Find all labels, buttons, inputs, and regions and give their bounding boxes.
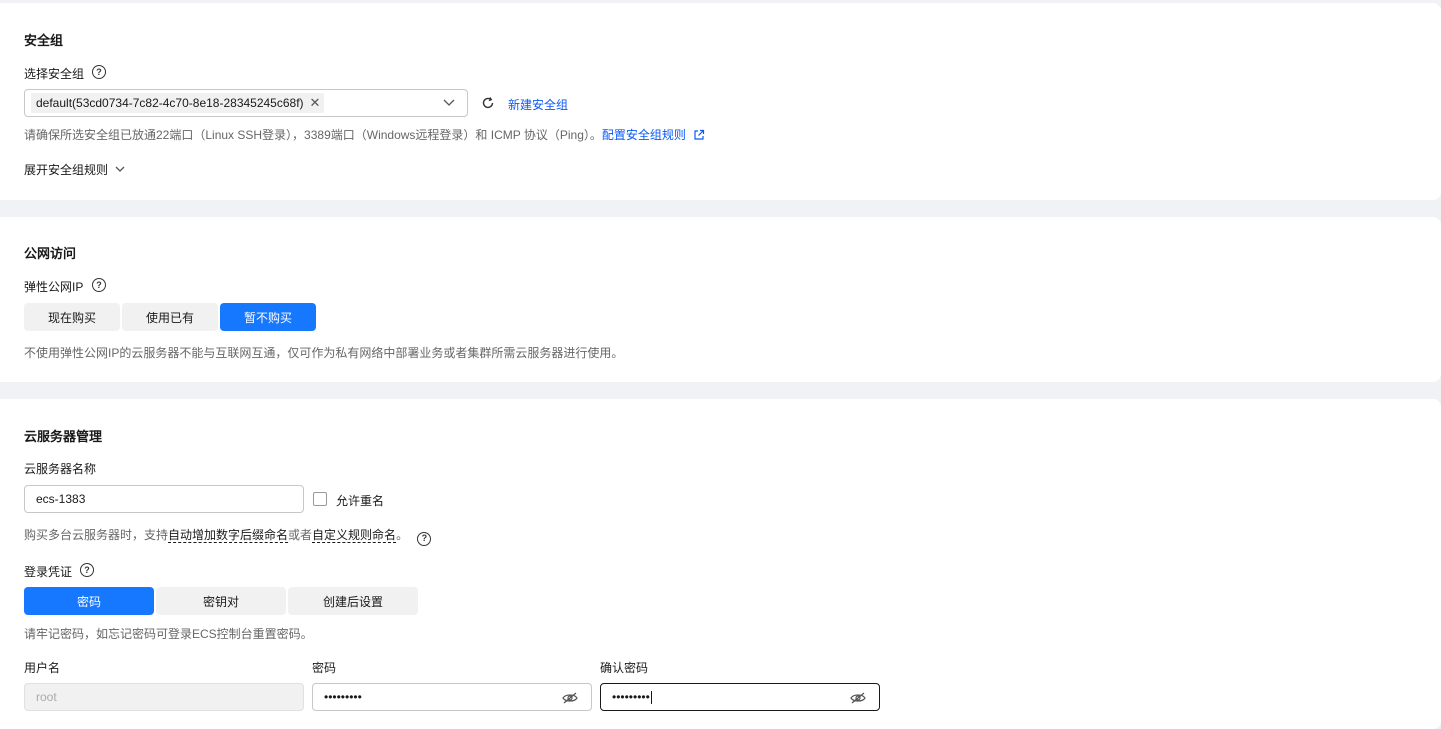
credential-option-keypair[interactable]: 密钥对 <box>156 587 286 615</box>
question-circle-icon[interactable]: ? <box>92 278 106 292</box>
allow-duplicate-label: 允许重名 <box>336 494 385 508</box>
server-name-label: 云服务器名称 <box>24 462 97 476</box>
expand-security-group-rules[interactable]: 展开安全组规则 <box>24 161 125 178</box>
eip-option-not-buy[interactable]: 暂不购买 <box>220 303 316 331</box>
server-management-card: 云服务器管理 云服务器名称 ecs-1383 允许重名 购买多台云服务器时，支持… <box>0 399 1441 729</box>
credential-option-password[interactable]: 密码 <box>24 587 154 615</box>
naming-auto-suffix-link[interactable]: 自动增加数字后缀命名 <box>168 528 289 543</box>
eye-off-icon[interactable] <box>850 692 866 704</box>
password-value: ••••••••• <box>324 690 362 704</box>
eip-label: 弹性公网IP <box>24 280 84 294</box>
allow-duplicate-checkbox[interactable] <box>313 492 327 506</box>
create-security-group-link[interactable]: 新建安全组 <box>508 96 568 113</box>
public-access-card: 公网访问 弹性公网IP ? 现在购买 使用已有 暂不购买 不使用弹性公网IP的云… <box>0 217 1441 382</box>
eye-off-icon[interactable] <box>562 692 578 704</box>
select-security-group-label: 选择安全组 <box>24 67 85 81</box>
question-circle-icon[interactable]: ? <box>417 531 432 546</box>
security-group-card: 安全组 选择安全组 ? default(53cd0734-7c82-4c70-8… <box>0 3 1441 200</box>
selected-security-group-text: default(53cd0734-7c82-4c70-8e18-28345245… <box>36 96 304 110</box>
section-title-public-access: 公网访问 <box>24 246 77 261</box>
external-link-icon[interactable] <box>693 129 705 141</box>
question-circle-icon[interactable]: ? <box>80 563 94 577</box>
close-icon[interactable]: ✕ <box>310 95 321 111</box>
naming-hint-prefix: 购买多台云服务器时，支持 <box>24 528 169 542</box>
eip-option-use-existing[interactable]: 使用已有 <box>122 303 218 331</box>
public-access-hint: 不使用弹性公网IP的云服务器不能与互联网互通，仅可作为私有网络中部署业务或者集群… <box>24 346 624 360</box>
password-hint: 请牢记密码，如忘记密码可登录ECS控制台重置密码。 <box>24 627 313 641</box>
config-security-group-rules-link[interactable]: 配置安全组规则 <box>602 128 686 142</box>
confirm-password-value: ••••••••• <box>612 690 650 704</box>
security-group-hint-text: 请确保所选安全组已放通22端口（Linux SSH登录），3389端口（Wind… <box>24 128 602 142</box>
credential-option-set-later[interactable]: 创建后设置 <box>288 587 418 615</box>
eip-option-buy-now[interactable]: 现在购买 <box>24 303 120 331</box>
naming-hint-suffix: 。 <box>396 528 409 542</box>
security-group-hint: 请确保所选安全组已放通22端口（Linux SSH登录），3389端口（Wind… <box>24 126 705 143</box>
text-caret <box>650 690 652 704</box>
server-name-input[interactable]: ecs-1383 <box>24 485 304 513</box>
username-label: 用户名 <box>24 661 61 675</box>
expand-security-group-rules-label: 展开安全组规则 <box>24 163 109 177</box>
confirm-password-input[interactable]: ••••••••• <box>600 683 880 711</box>
section-title-server-management: 云服务器管理 <box>24 429 103 444</box>
username-input: root <box>24 683 304 711</box>
password-label: 密码 <box>312 661 337 675</box>
chevron-down-icon[interactable] <box>443 99 455 107</box>
question-circle-icon[interactable]: ? <box>92 65 106 79</box>
section-title-security-group: 安全组 <box>24 33 64 48</box>
refresh-icon[interactable] <box>481 96 495 110</box>
naming-hint: 购买多台云服务器时，支持自动增加数字后缀命名或者自定义规则命名。 ? <box>24 526 432 546</box>
naming-hint-or: 或者 <box>288 528 313 542</box>
selected-security-group-tag: default(53cd0734-7c82-4c70-8e18-28345245… <box>31 93 325 113</box>
naming-custom-rule-link[interactable]: 自定义规则命名 <box>312 528 397 543</box>
password-input[interactable]: ••••••••• <box>312 683 592 711</box>
login-credential-label: 登录凭证 <box>24 565 73 579</box>
confirm-password-label: 确认密码 <box>600 661 649 675</box>
chevron-down-icon <box>115 166 125 172</box>
security-group-select[interactable]: default(53cd0734-7c82-4c70-8e18-28345245… <box>24 89 468 117</box>
